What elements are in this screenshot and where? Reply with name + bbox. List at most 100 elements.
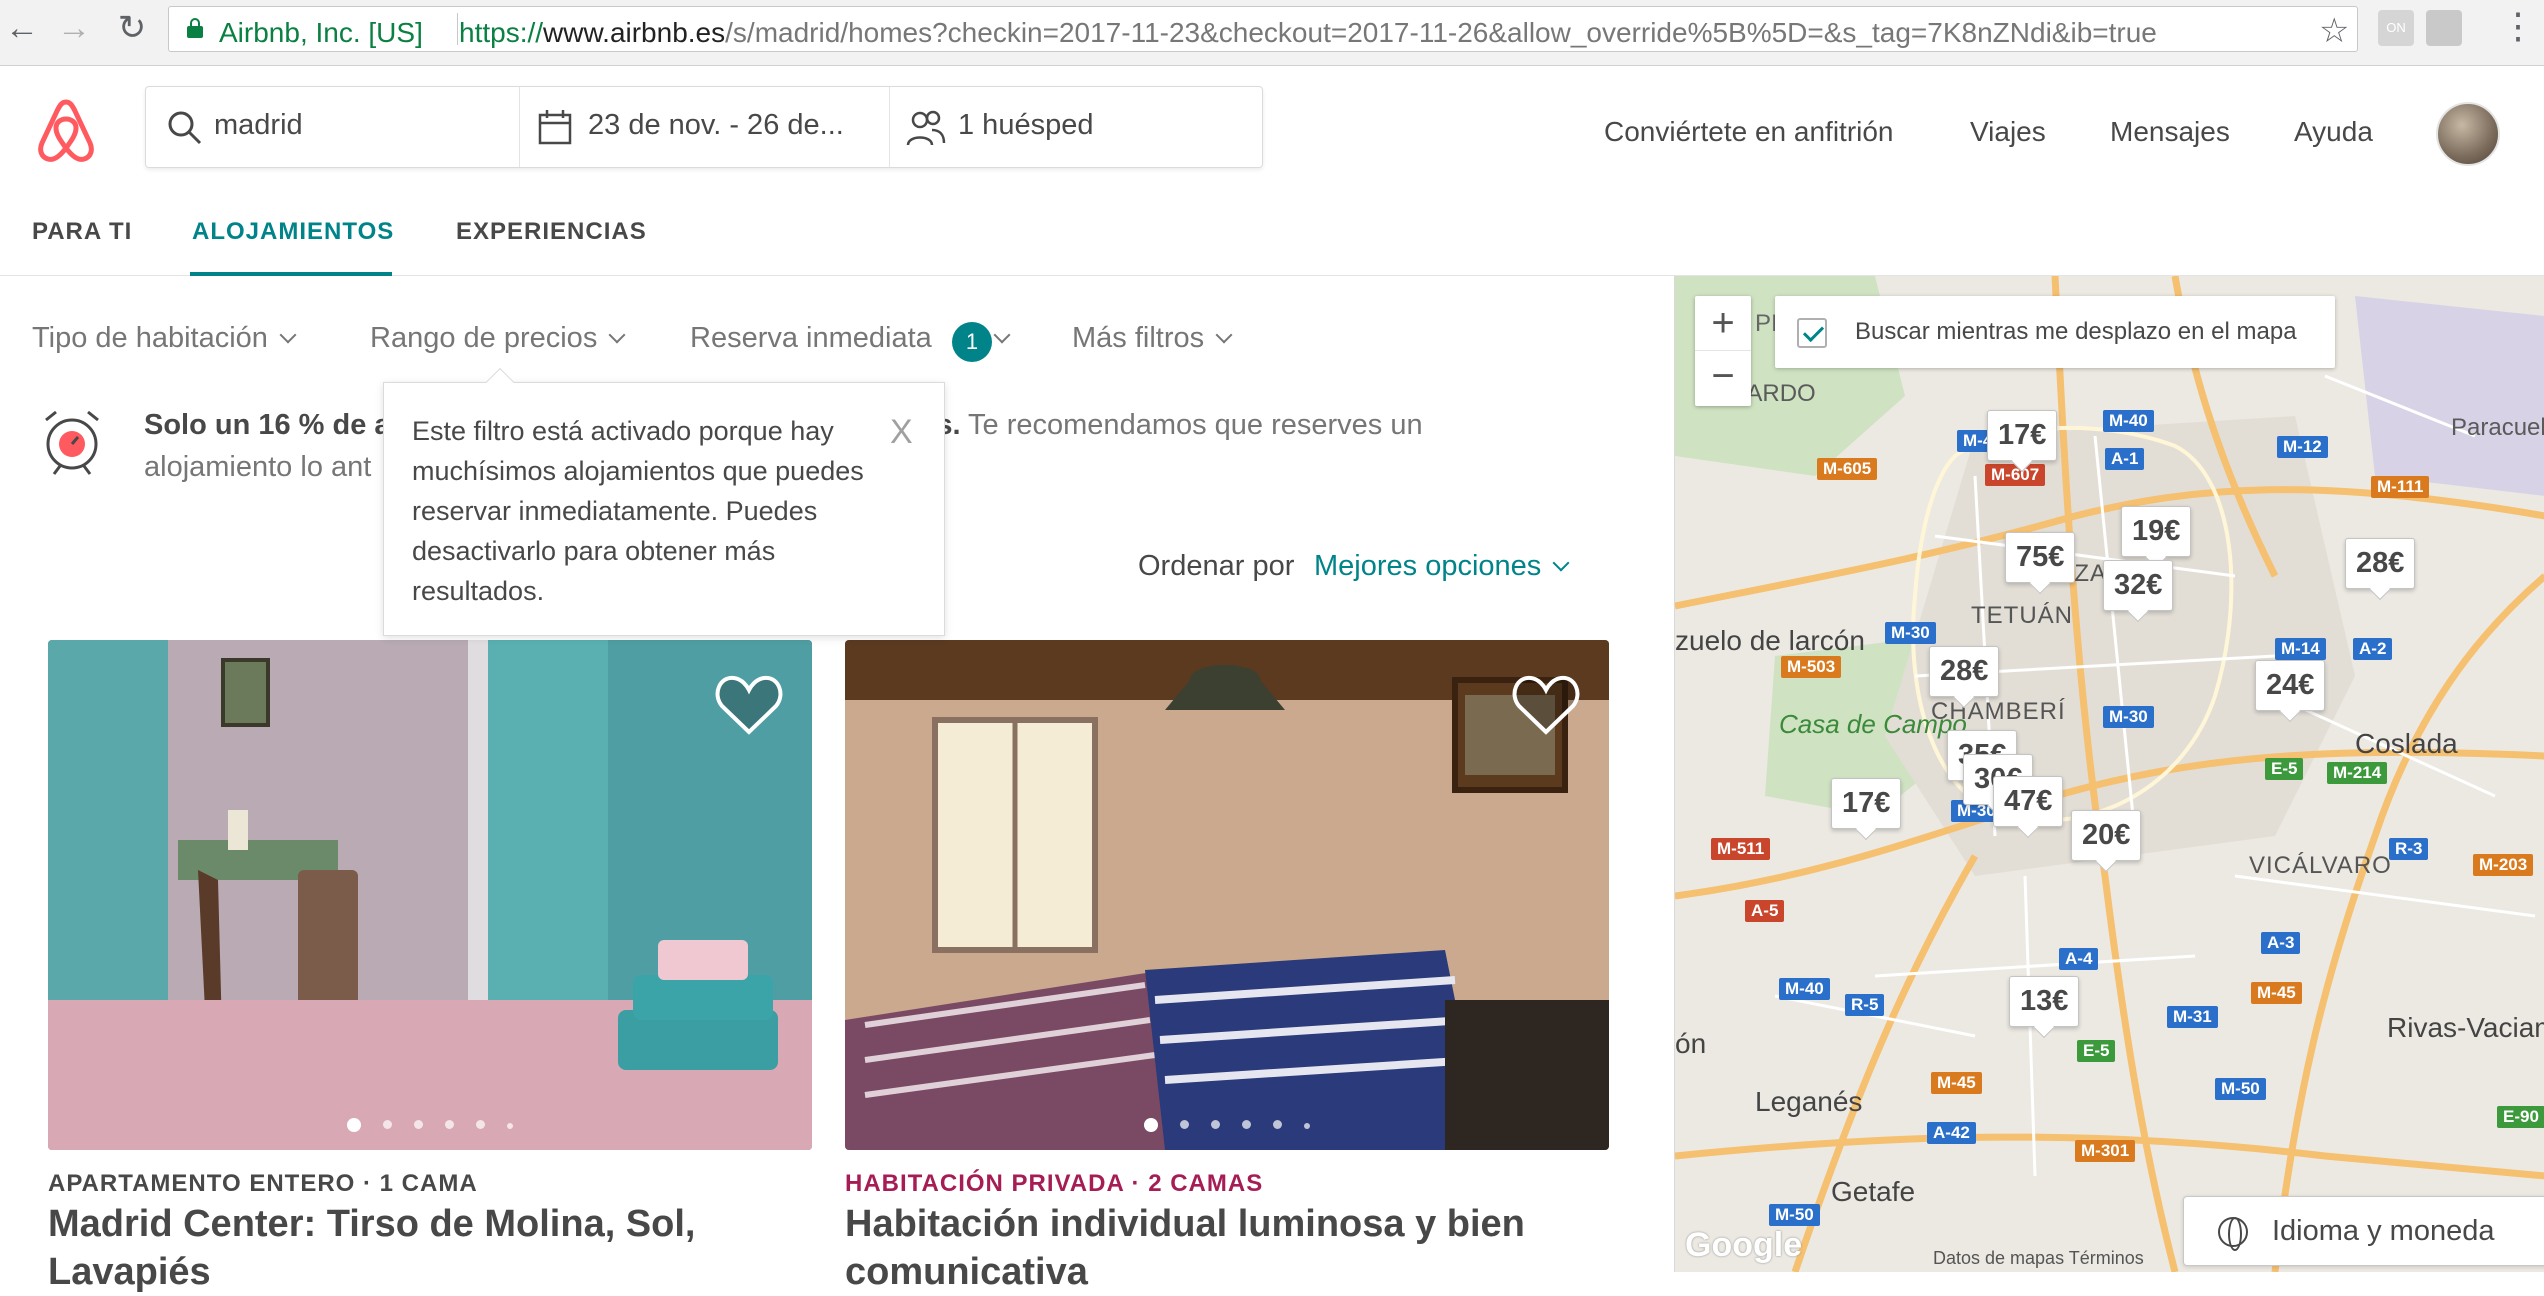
road-shield: M-511: [1711, 838, 1771, 860]
avatar[interactable]: [2436, 102, 2500, 166]
road-shield: A-3: [2261, 932, 2301, 954]
tab-for-you[interactable]: PARA TI: [32, 218, 132, 246]
road-shield: M-503: [1781, 656, 1842, 678]
price-pin[interactable]: 28€: [2345, 538, 2416, 589]
road-shield: M-111: [2371, 476, 2430, 498]
road-shield: M-605: [1817, 458, 1878, 480]
save-heart-icon[interactable]: [714, 672, 784, 738]
price-pin[interactable]: 17€: [1987, 410, 2058, 461]
zoom-out-button[interactable]: −: [1695, 351, 1751, 406]
listing-photo[interactable]: [845, 640, 1609, 1150]
map-park-label: Casa de Campo: [1779, 709, 1967, 739]
instant-book-chevron[interactable]: [993, 322, 1011, 355]
price-pin[interactable]: 20€: [2071, 810, 2142, 861]
checkbox-label: Buscar mientras me desplazo en el mapa: [1855, 318, 2297, 345]
road-shield: M-40: [2103, 410, 2154, 432]
road-shield: M-30: [2103, 706, 2154, 728]
active-tab-indicator: [190, 272, 392, 276]
guests-field[interactable]: 1 huésped: [890, 87, 1262, 167]
instant-book-filter[interactable]: Reserva inmediata: [690, 322, 932, 355]
carousel-dot: [1211, 1120, 1220, 1129]
tab-homes[interactable]: ALOJAMIENTOS: [192, 218, 394, 246]
price-pin[interactable]: 17€: [1831, 778, 1902, 829]
become-host-link[interactable]: Conviértete en anfitrión: [1604, 116, 1894, 148]
listing-photo[interactable]: [48, 640, 812, 1150]
help-link[interactable]: Ayuda: [2294, 116, 2373, 148]
browser-menu-icon[interactable]: ⋮: [2500, 4, 2536, 48]
map-place-label: zuelo de larcón: [1675, 625, 1865, 656]
road-shield: M-214: [2327, 762, 2388, 784]
location-field[interactable]: madrid: [146, 87, 520, 167]
checkbox[interactable]: [1797, 318, 1827, 348]
search-bar: madrid 23 de nov. - 26 de... 1 huésped: [145, 86, 1263, 168]
more-filters[interactable]: Más filtros: [1072, 322, 1233, 355]
price-pin[interactable]: 47€: [1993, 776, 2064, 827]
notice-bold: Solo un 16 % de a: [144, 409, 391, 441]
search-as-move-toggle[interactable]: Buscar mientras me desplazo en el mapa: [1775, 296, 2335, 368]
instant-book-label: Reserva inmediata: [690, 322, 932, 354]
zoom-in-button[interactable]: +: [1695, 296, 1751, 351]
room-type-filter[interactable]: Tipo de habitación: [32, 322, 297, 355]
carousel-dot: [1144, 1117, 1158, 1132]
carousel-dot: [414, 1120, 423, 1129]
sort-dropdown[interactable]: Mejores opciones: [1314, 550, 1570, 583]
map-place-label: Leganés: [1755, 1086, 1863, 1117]
url-path: /s/madrid/homes?checkin=2017-11-23&check…: [725, 17, 2157, 48]
reload-icon[interactable]: ↻: [110, 6, 154, 50]
chevron-down-icon: [1552, 554, 1570, 572]
guests-icon: [906, 110, 946, 146]
airbnb-logo-icon[interactable]: [34, 96, 98, 166]
extension-icon[interactable]: ON: [2378, 10, 2414, 46]
room-photo: [845, 640, 1609, 1150]
road-shield: E-5: [2265, 758, 2304, 780]
price-pin[interactable]: 32€: [2103, 560, 2174, 611]
map-place-label: ón: [1675, 1028, 1707, 1059]
price-filter[interactable]: Rango de precios: [370, 322, 626, 355]
site-header: madrid 23 de nov. - 26 de... 1 huésped C…: [0, 66, 2544, 276]
lock-icon: [187, 18, 203, 38]
listing-title[interactable]: Madrid Center: Tirso de Molina, Sol, Lav…: [48, 1200, 808, 1296]
road-shield: M-50: [2215, 1078, 2266, 1100]
price-pin[interactable]: 28€: [1929, 646, 2000, 697]
road-shield: M-40: [1779, 978, 1830, 1000]
price-pin[interactable]: 13€: [2009, 976, 2080, 1027]
room-type-label: Tipo de habitación: [32, 322, 268, 354]
map[interactable]: EL PARDO TETUÁN CHAMBERÍ Casa de Campo C…: [1674, 276, 2544, 1272]
trips-link[interactable]: Viajes: [1970, 116, 2046, 148]
search-icon: [168, 111, 202, 145]
tab-experiences[interactable]: EXPERIENCIAS: [456, 218, 647, 246]
bookmark-star-icon[interactable]: ☆: [2319, 11, 2349, 51]
dates-value: 23 de nov. - 26 de...: [588, 109, 844, 141]
forward-icon[interactable]: →: [52, 6, 96, 50]
price-pin[interactable]: 75€: [2005, 532, 2076, 583]
photo-carousel-dots[interactable]: [48, 1116, 812, 1136]
back-icon[interactable]: ←: [0, 6, 44, 50]
carousel-dot: [383, 1120, 392, 1129]
road-shield: M-31: [2167, 1006, 2218, 1028]
road-shield: M-301: [2075, 1140, 2136, 1162]
road-shield: M-50: [1769, 1204, 1820, 1226]
road-shield: E-90: [2497, 1106, 2544, 1128]
messages-link[interactable]: Mensajes: [2110, 116, 2230, 148]
url-text[interactable]: https://www.airbnb.es/s/madrid/homes?che…: [459, 17, 2157, 49]
filter-count-badge: 1: [952, 322, 992, 362]
site-identity: Airbnb, Inc. [US]: [219, 17, 423, 48]
price-pin[interactable]: 24€: [2255, 660, 2326, 711]
price-pin[interactable]: 19€: [2121, 506, 2192, 557]
road-shield: A-42: [1927, 1122, 1976, 1144]
alarm-clock-icon: [45, 410, 99, 475]
address-bar[interactable]: Airbnb, Inc. [US] https://www.airbnb.es/…: [168, 6, 2358, 52]
close-button[interactable]: X: [890, 413, 913, 452]
drive-extension-icon[interactable]: [2426, 10, 2462, 46]
save-heart-icon[interactable]: [1511, 672, 1581, 738]
dates-field[interactable]: 23 de nov. - 26 de...: [520, 87, 890, 167]
language-currency-button[interactable]: Idioma y moneda: [2183, 1196, 2544, 1266]
map-attribution[interactable]: Datos de mapas Términos: [1933, 1248, 2144, 1269]
map-place-label: Getafe: [1831, 1176, 1916, 1207]
road-shield: R-5: [1845, 994, 1885, 1016]
chevron-down-icon: [279, 326, 297, 344]
listing-title[interactable]: Habitación individual luminosa y bien co…: [845, 1200, 1605, 1296]
sort-label: Ordenar por: [1138, 550, 1295, 582]
photo-carousel-dots[interactable]: [845, 1116, 1609, 1136]
map-place-label: Coslada: [2355, 728, 2458, 759]
